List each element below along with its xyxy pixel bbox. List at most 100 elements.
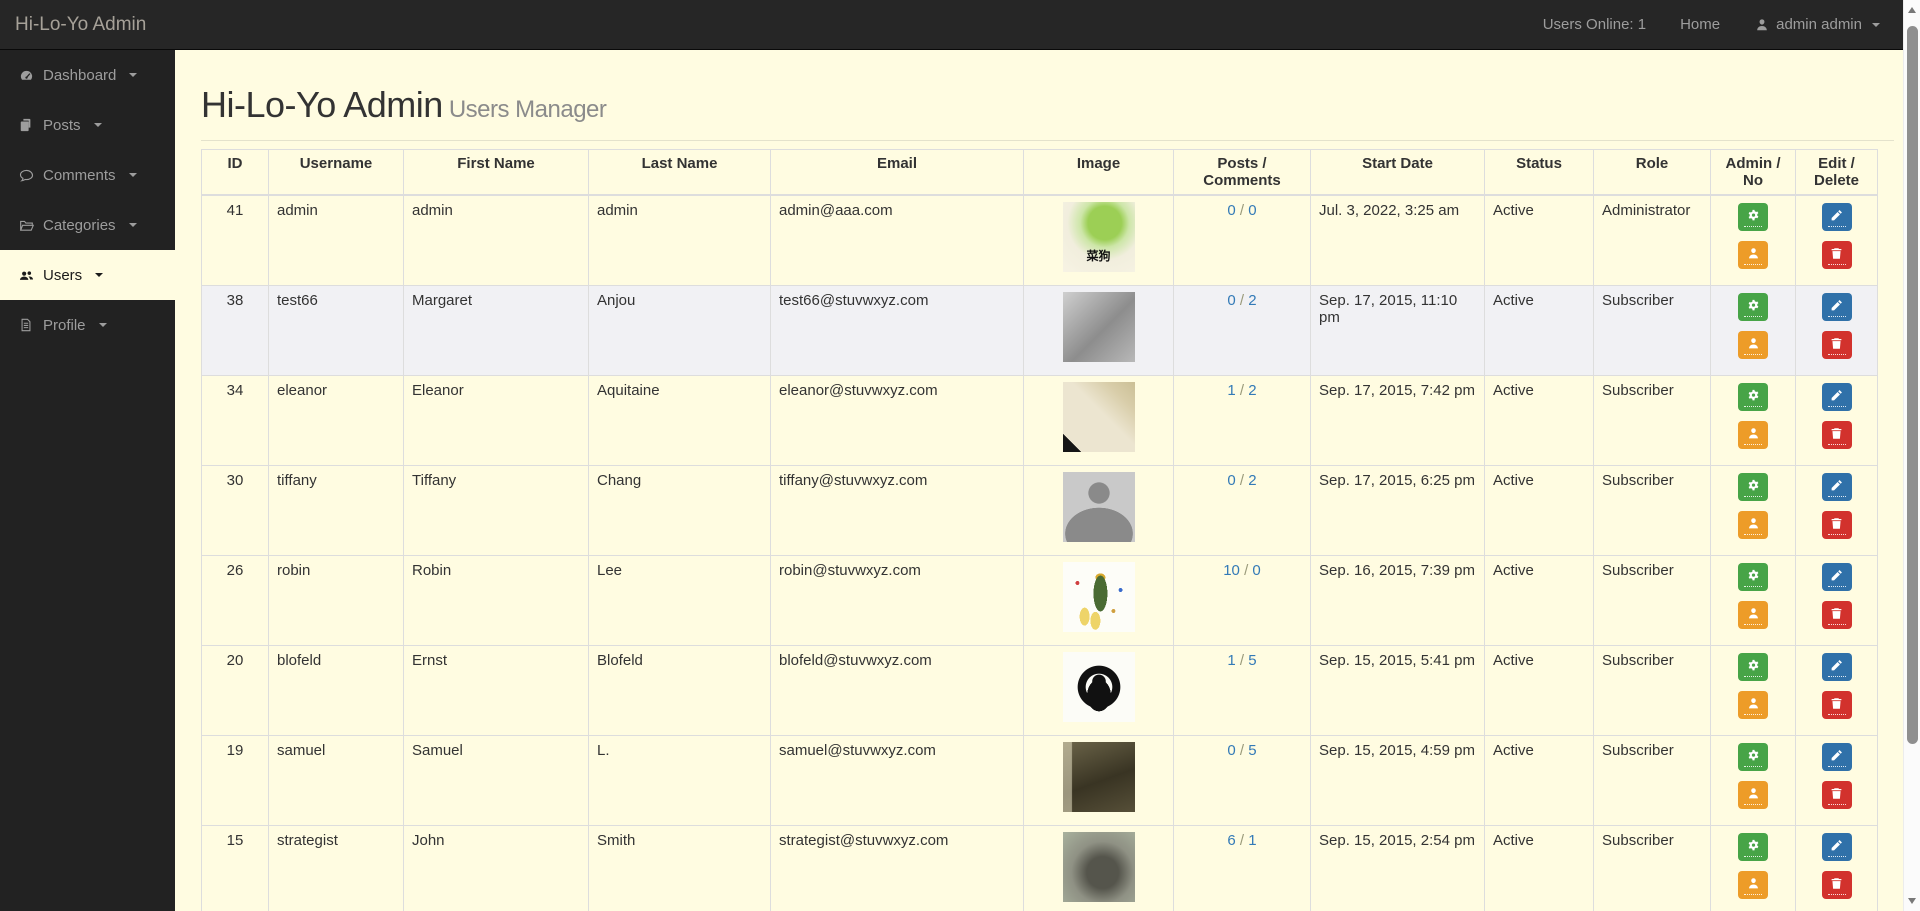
- tooltip-underline: [1744, 893, 1762, 895]
- table-header-row: ID Username First Name Last Name Email Image P…: [201, 149, 1878, 196]
- home-link[interactable]: Home: [1680, 16, 1720, 33]
- make-subscriber-button[interactable]: [1738, 421, 1768, 449]
- cell-status: Active: [1484, 194, 1594, 286]
- cell-admin-no: [1710, 735, 1796, 826]
- pencil-icon: [1829, 568, 1845, 584]
- chevron-down-icon: [93, 123, 102, 127]
- delete-user-button[interactable]: [1821, 421, 1852, 449]
- cell-admin-no: [1710, 825, 1796, 911]
- comments-count-link[interactable]: 2: [1248, 472, 1256, 489]
- user-image: [1062, 202, 1135, 272]
- make-admin-button[interactable]: [1738, 203, 1768, 231]
- cell-username: samuel: [268, 735, 404, 826]
- cell-start-date: Sep. 15, 2015, 4:59 pm: [1310, 735, 1485, 826]
- edit-user-button[interactable]: [1821, 383, 1852, 411]
- posts-count-link[interactable]: 0: [1227, 202, 1235, 219]
- pencil-icon: [1829, 748, 1845, 764]
- make-subscriber-button[interactable]: [1738, 601, 1768, 629]
- make-admin-button[interactable]: [1738, 833, 1768, 861]
- posts-count-link[interactable]: 1: [1227, 382, 1235, 399]
- sidebar-item-label: Categories: [43, 216, 116, 234]
- sidebar-item-posts[interactable]: Posts: [0, 100, 175, 150]
- comments-count-link[interactable]: 2: [1248, 292, 1256, 309]
- cell-status: Active: [1484, 375, 1594, 466]
- cell-edit-delete: [1795, 285, 1878, 376]
- delete-user-button[interactable]: [1821, 691, 1852, 719]
- sidebar-item-dashboard[interactable]: Dashboard: [0, 50, 175, 100]
- cell-first-name: Margaret: [403, 285, 589, 376]
- gear-icon: [1745, 568, 1761, 584]
- scroll-up-arrow[interactable]: [1908, 7, 1916, 13]
- cell-posts-comments: 0 / 5: [1173, 735, 1311, 826]
- edit-user-button[interactable]: [1821, 203, 1852, 231]
- chevron-down-icon: [1872, 22, 1880, 27]
- user-image: [1062, 832, 1135, 902]
- tooltip-underline: [1827, 263, 1846, 265]
- posts-count-link[interactable]: 0: [1227, 292, 1235, 309]
- sidebar-item-categories[interactable]: Categories: [0, 200, 175, 250]
- comments-count-link[interactable]: 5: [1248, 742, 1256, 759]
- make-admin-button[interactable]: [1738, 383, 1768, 411]
- sidebar-item-users[interactable]: Users: [0, 250, 175, 300]
- posts-count-link[interactable]: 0: [1227, 742, 1235, 759]
- delete-user-button[interactable]: [1821, 601, 1852, 629]
- make-subscriber-button[interactable]: [1738, 241, 1768, 269]
- comments-count-link[interactable]: 1: [1248, 832, 1256, 849]
- make-admin-button[interactable]: [1738, 743, 1768, 771]
- cell-email: eleanor@stuvwxyz.com: [770, 375, 1024, 466]
- comments-count-link[interactable]: 2: [1248, 382, 1256, 399]
- make-admin-button[interactable]: [1738, 563, 1768, 591]
- sidebar-item-comments[interactable]: Comments: [0, 150, 175, 200]
- make-admin-button[interactable]: [1738, 293, 1768, 321]
- edit-user-button[interactable]: [1821, 653, 1852, 681]
- comments-count-link[interactable]: 0: [1252, 562, 1260, 579]
- make-subscriber-button[interactable]: [1738, 691, 1768, 719]
- posts-count-link[interactable]: 10: [1223, 562, 1240, 579]
- make-subscriber-button[interactable]: [1738, 871, 1768, 899]
- tooltip-underline: [1827, 765, 1846, 767]
- comments-count-link[interactable]: 0: [1248, 202, 1256, 219]
- user-menu[interactable]: admin admin: [1754, 16, 1880, 33]
- cell-posts-comments: 0 / 2: [1173, 465, 1311, 556]
- cell-first-name: admin: [403, 194, 589, 286]
- gear-icon: [1745, 388, 1761, 404]
- cell-admin-no: [1710, 645, 1796, 736]
- comments-count-link[interactable]: 5: [1248, 652, 1256, 669]
- posts-count-link[interactable]: 0: [1227, 472, 1235, 489]
- delete-user-button[interactable]: [1821, 241, 1852, 269]
- navbar-brand[interactable]: Hi-Lo-Yo Admin: [15, 14, 146, 36]
- cell-id: 26: [201, 555, 269, 646]
- scroll-down-arrow[interactable]: [1908, 898, 1916, 904]
- tooltip-underline: [1744, 443, 1762, 445]
- tooltip-underline: [1827, 533, 1846, 535]
- edit-user-button[interactable]: [1821, 743, 1852, 771]
- make-subscriber-button[interactable]: [1738, 331, 1768, 359]
- edit-user-button[interactable]: [1821, 473, 1852, 501]
- make-admin-button[interactable]: [1738, 473, 1768, 501]
- posts-count-link[interactable]: 6: [1227, 832, 1235, 849]
- sidebar-item-label: Posts: [43, 116, 81, 134]
- user-image: [1062, 292, 1135, 362]
- edit-user-button[interactable]: [1821, 563, 1852, 591]
- cell-start-date: Sep. 17, 2015, 6:25 pm: [1310, 465, 1485, 556]
- cell-start-date: Sep. 16, 2015, 7:39 pm: [1310, 555, 1485, 646]
- make-subscriber-button[interactable]: [1738, 511, 1768, 539]
- trash-icon: [1829, 336, 1845, 352]
- make-subscriber-button[interactable]: [1738, 781, 1768, 809]
- delete-user-button[interactable]: [1821, 511, 1852, 539]
- posts-count-link[interactable]: 1: [1227, 652, 1235, 669]
- user-icon: [1754, 17, 1770, 33]
- column-header-first-name: First Name: [403, 149, 589, 196]
- delete-user-button[interactable]: [1821, 781, 1852, 809]
- edit-user-button[interactable]: [1821, 833, 1852, 861]
- make-admin-button[interactable]: [1738, 653, 1768, 681]
- delete-user-button[interactable]: [1821, 871, 1852, 899]
- tooltip-underline: [1744, 675, 1762, 677]
- sidebar-item-profile[interactable]: Profile: [0, 300, 175, 350]
- edit-user-button[interactable]: [1821, 293, 1852, 321]
- scrollbar-thumb[interactable]: [1907, 26, 1918, 744]
- scrollbar[interactable]: [1903, 0, 1920, 911]
- tooltip-underline: [1827, 405, 1846, 407]
- tooltip-underline: [1827, 495, 1846, 497]
- delete-user-button[interactable]: [1821, 331, 1852, 359]
